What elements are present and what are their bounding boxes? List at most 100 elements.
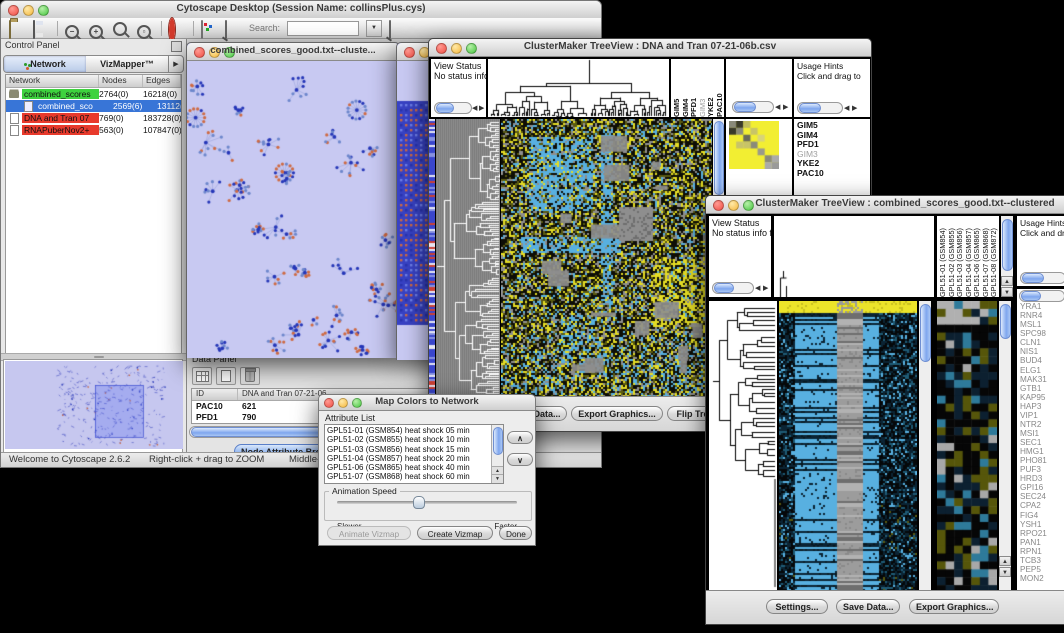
scroll-right-icon[interactable]: ▶ <box>783 103 788 113</box>
float-panel-icon[interactable] <box>171 41 182 52</box>
gene-label[interactable]: FIG4 <box>1020 511 1064 520</box>
close-icon[interactable] <box>404 47 415 58</box>
gene-label[interactable]: PUF3 <box>1020 465 1064 474</box>
heatmap-panel[interactable] <box>779 301 917 593</box>
column-label[interactable]: GIM5 <box>673 59 682 117</box>
gene-label[interactable]: MON2 <box>1020 574 1064 583</box>
heatmap-vscrollbar[interactable] <box>919 301 931 593</box>
search-options-button[interactable] <box>389 21 406 36</box>
column-dendrogram-panel[interactable] <box>488 59 669 117</box>
column-label[interactable]: GPL51-08 (GSM872) <box>990 216 999 297</box>
mini-hscrollbar[interactable] <box>732 101 774 113</box>
export-graphics-button[interactable]: Export Graphics... <box>909 599 999 614</box>
attribute-item[interactable]: GPL51-06 (GSM865) heat shock 40 min <box>327 463 491 472</box>
animate-vizmap-button[interactable]: Animate Vizmap <box>327 526 411 540</box>
gene-label[interactable]: PEP5 <box>1020 565 1064 574</box>
network-table-row[interactable]: combined_scores 2764(0) 16218(0) <box>6 88 181 100</box>
dialog-titlebar[interactable]: Map Colors to Network <box>319 395 535 411</box>
export-graphics-button[interactable]: Export Graphics... <box>571 406 663 421</box>
heatmap-canvas[interactable] <box>779 301 917 593</box>
attribute-item[interactable]: GPL51-01 (GSM854) heat shock 05 min <box>327 426 491 435</box>
help-button[interactable] <box>169 21 186 36</box>
annotation-button[interactable] <box>225 21 242 36</box>
zoom-fit-button[interactable] <box>113 21 130 36</box>
gene-label[interactable]: HMG1 <box>1020 447 1064 456</box>
mini-hscrollbar[interactable] <box>1020 272 1064 284</box>
attribute-item[interactable]: GPL51-02 (GSM855) heat shock 10 min <box>327 435 491 444</box>
gene-label[interactable]: RNR4 <box>1020 311 1064 320</box>
tab-vizmapper[interactable]: VizMapper™ <box>86 56 168 72</box>
mini-hscrollbar[interactable] <box>1019 290 1064 302</box>
column-label[interactable]: GPL51-02 (GSM855) <box>948 216 957 297</box>
treeview1-titlebar[interactable]: ClusterMaker TreeView : DNA and Tran 07-… <box>429 39 871 57</box>
birds-eye-view[interactable] <box>3 359 183 453</box>
row-dendrogram-panel[interactable] <box>709 301 777 593</box>
gene-label[interactable]: NTR2 <box>1020 420 1064 429</box>
heatmap-canvas[interactable] <box>501 119 712 396</box>
scroll-up-icon[interactable]: ▲ <box>1001 276 1013 286</box>
gene-label[interactable]: TCB3 <box>1020 556 1064 565</box>
gene-label[interactable]: PHO81 <box>1020 456 1064 465</box>
gene-label[interactable]: BUD4 <box>1020 356 1064 365</box>
attribute-list-vscrollbar[interactable]: ▲ ▼ <box>491 425 503 483</box>
network-table-row[interactable]: DNA and Tran 07 769(0) 183728(0) <box>6 112 181 124</box>
column-label[interactable]: PFD1 <box>690 59 699 117</box>
open-session-button[interactable] <box>9 21 26 36</box>
save-session-button[interactable] <box>33 21 50 36</box>
scroll-left-icon[interactable]: ◀ <box>472 104 477 114</box>
scroll-down-icon[interactable]: ▼ <box>492 474 503 483</box>
tab-overflow-button[interactable]: ▶ <box>168 56 183 72</box>
treeview2-titlebar[interactable]: ClusterMaker TreeView : combined_scores_… <box>706 196 1064 214</box>
gene-label[interactable]: KAP95 <box>1020 393 1064 402</box>
gene-label[interactable]: HRD3 <box>1020 474 1064 483</box>
speed-slider-track[interactable] <box>337 501 517 504</box>
select-attributes-button[interactable] <box>192 367 212 385</box>
mini-hscrollbar[interactable] <box>434 102 472 114</box>
heatmap-panel[interactable] <box>501 119 712 396</box>
gene-label[interactable]: MAK31 <box>1020 375 1064 384</box>
mini-hscrollbar[interactable] <box>797 102 843 114</box>
delete-attribute-button[interactable] <box>240 367 260 385</box>
done-button[interactable]: Done <box>499 526 532 540</box>
speed-slider-thumb[interactable] <box>413 496 425 509</box>
column-label[interactable]: GPL51-03 (GSM856) <box>956 216 965 297</box>
gene-label[interactable]: NIS1 <box>1020 347 1064 356</box>
mini-hscrollbar[interactable] <box>712 282 754 294</box>
zoom-in-button[interactable]: + <box>89 21 106 36</box>
main-titlebar[interactable]: Cytoscape Desktop (Session Name: collins… <box>1 1 601 19</box>
settings-button[interactable]: Settings... <box>766 599 828 614</box>
gene-label[interactable]: SPC98 <box>1020 329 1064 338</box>
scrollbar-thumb[interactable] <box>714 121 724 195</box>
column-dendrogram-panel[interactable] <box>774 216 934 297</box>
gene-label[interactable]: RPN1 <box>1020 547 1064 556</box>
gene-label[interactable]: GPI16 <box>1020 483 1064 492</box>
plugin-button[interactable] <box>201 21 218 36</box>
scroll-left-icon[interactable]: ◀ <box>755 284 760 294</box>
network-table-row[interactable]: combined_sco 2569(6) 13112(15) <box>6 100 181 112</box>
network-view-titlebar[interactable]: combined_scores_good.txt--cluste... <box>187 43 399 61</box>
row-label[interactable]: PAC10 <box>797 169 870 179</box>
scrollbar-thumb[interactable] <box>1000 304 1011 339</box>
scrollbar-thumb[interactable] <box>1002 219 1013 271</box>
network-graph-canvas[interactable] <box>187 61 399 358</box>
column-label[interactable]: GIM4 <box>682 59 691 117</box>
gene-label[interactable]: MSI1 <box>1020 429 1064 438</box>
column-label[interactable]: YKE2 <box>707 59 716 117</box>
scrollbar-thumb[interactable] <box>493 427 503 455</box>
search-input[interactable] <box>287 21 359 36</box>
gene-label[interactable]: ELG1 <box>1020 366 1064 375</box>
correlation-matrix-canvas[interactable] <box>729 121 779 169</box>
scroll-left-icon[interactable]: ◀ <box>775 103 780 113</box>
column-dendrogram-canvas[interactable] <box>774 216 934 297</box>
move-down-button[interactable]: ∨ <box>507 453 533 466</box>
save-data-button[interactable]: Save Data... <box>836 599 900 614</box>
gene-label[interactable]: HAP3 <box>1020 402 1064 411</box>
zoom-heatmap-panel[interactable] <box>937 301 997 593</box>
column-label[interactable]: GPL51-06 (GSM865) <box>973 216 982 297</box>
gene-label[interactable]: SEC24 <box>1020 492 1064 501</box>
gene-label[interactable]: GTB1 <box>1020 384 1064 393</box>
scroll-down-icon[interactable]: ▼ <box>999 567 1011 577</box>
birds-eye-canvas[interactable] <box>5 361 183 449</box>
scroll-right-icon[interactable]: ▶ <box>763 284 768 294</box>
network-table-row[interactable]: RNAPuberNov2+ 563(0) 107847(0) <box>6 124 181 136</box>
